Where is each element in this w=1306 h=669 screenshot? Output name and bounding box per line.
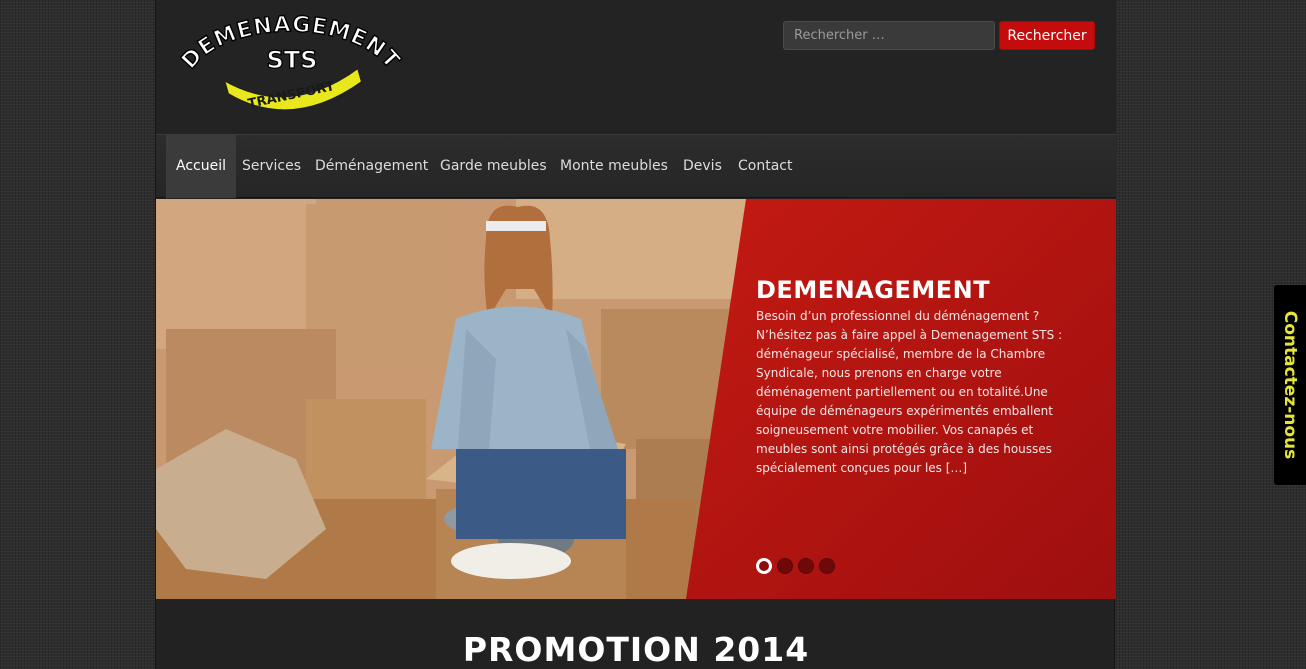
site-header: DEMENAGEMENT TRANSPORT STS Rechercher [156,0,1116,134]
nav-item-services[interactable]: Services [242,135,301,198]
slider-dot-4[interactable] [819,558,835,574]
nav-item-monte-meubles[interactable]: Monte meubles [560,135,668,198]
slider-dot-3[interactable] [798,558,814,574]
promo-title: PROMOTION 2014 [462,630,810,669]
moving-boxes-photo [156,199,746,599]
nav-item-demenagement[interactable]: Déménagement [315,135,428,198]
nav-item-accueil[interactable]: Accueil [166,135,236,198]
contact-side-tab[interactable]: Contactez-nous [1274,285,1306,485]
slide-title: DEMENAGEMENT [756,276,991,304]
contact-tab-label: Contactez-nous [1280,310,1300,460]
slide-text: Besoin d’un professionnel du déménagemen… [756,309,1063,475]
search-button[interactable]: Rechercher [999,21,1095,50]
page-container: DEMENAGEMENT TRANSPORT STS Rechercher Ac… [155,0,1116,669]
nav-item-garde-meubles[interactable]: Garde meubles [440,135,547,198]
slider-dot-1[interactable] [756,558,772,574]
logo-mark: STS [267,46,318,74]
hero-slider: DEMENAGEMENT Besoin d’un professionnel d… [156,199,1116,599]
site-logo[interactable]: DEMENAGEMENT TRANSPORT STS [172,6,408,116]
nav-item-contact[interactable]: Contact [738,135,792,198]
search-input[interactable] [783,21,995,50]
slider-dot-2[interactable] [777,558,793,574]
nav-item-devis[interactable]: Devis [683,135,722,198]
main-nav: Accueil Services Déménagement Garde meub… [156,134,1116,198]
